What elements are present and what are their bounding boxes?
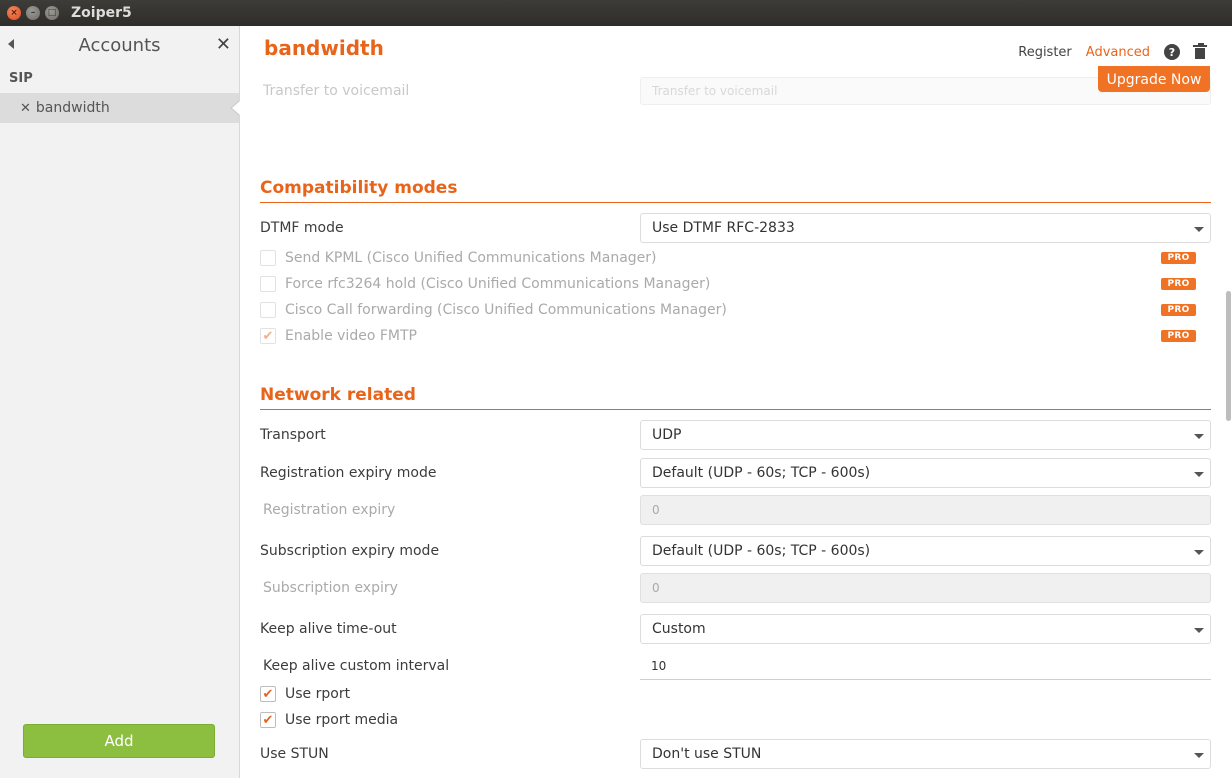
force-rfc3264-label: Force rfc3264 hold (Cisco Unified Commun… — [285, 276, 711, 292]
option-use-rport-media: ✔ Use rport media — [260, 707, 1211, 733]
pro-badge: PRO — [1161, 330, 1196, 342]
use-stun-select[interactable]: Don't use STUN — [640, 739, 1211, 769]
use-rport-media-label: Use rport media — [285, 712, 399, 728]
registration-expiry-mode-select[interactable]: Default (UDP - 60s; TCP - 600s) — [640, 458, 1211, 488]
window-close-button[interactable]: × — [7, 6, 21, 20]
chevron-down-icon — [1194, 550, 1204, 555]
use-rport-label: Use rport — [285, 686, 351, 702]
sidebar-item-bandwidth[interactable]: ✕ bandwidth — [0, 93, 240, 123]
section-title-compatibility: Compatibility modes — [260, 178, 1211, 203]
dtmf-mode-row: DTMF mode Use DTMF RFC-2833 — [260, 213, 1211, 243]
keep-alive-timeout-select[interactable]: Custom — [640, 614, 1211, 644]
cisco-call-forwarding-checkbox[interactable] — [260, 302, 276, 318]
close-icon[interactable]: ✕ — [216, 34, 231, 55]
selection-pointer-icon — [232, 101, 240, 115]
use-stun-value: Don't use STUN — [652, 746, 762, 762]
force-rfc3264-checkbox[interactable] — [260, 276, 276, 292]
keep-alive-interval-label: Keep alive custom interval — [263, 658, 450, 674]
registration-expiry-label: Registration expiry — [263, 502, 396, 518]
upgrade-now-label: Upgrade Now — [1106, 72, 1202, 88]
option-force-rfc3264: Force rfc3264 hold (Cisco Unified Commun… — [260, 271, 1211, 297]
window-titlebar: × – □ Zoiper5 — [0, 0, 1232, 26]
accounts-sidebar: Accounts ✕ SIP ✕ bandwidth Add — [0, 26, 240, 778]
chevron-down-icon — [1194, 753, 1204, 758]
page-title: bandwidth — [264, 36, 384, 60]
pro-badge: PRO — [1161, 278, 1196, 290]
upgrade-now-button[interactable]: Upgrade Now — [1098, 66, 1210, 92]
use-stun-row: Use STUN Don't use STUN — [260, 739, 1211, 769]
option-cisco-call-forwarding: Cisco Call forwarding (Cisco Unified Com… — [260, 297, 1211, 323]
subscription-expiry-mode-select[interactable]: Default (UDP - 60s; TCP - 600s) — [640, 536, 1211, 566]
dtmf-mode-label: DTMF mode — [260, 220, 344, 236]
register-link[interactable]: Register — [1018, 45, 1072, 60]
enable-video-fmtp-checkbox[interactable]: ✔ — [260, 328, 276, 344]
registration-expiry-row: Registration expiry 0 — [260, 495, 1211, 525]
header-actions: Register Advanced ? — [1018, 43, 1207, 60]
transport-value: UDP — [652, 427, 682, 443]
chevron-down-icon — [1194, 434, 1204, 439]
trash-icon[interactable] — [1193, 43, 1207, 59]
option-use-rport: ✔ Use rport — [260, 681, 1211, 707]
sidebar-header: Accounts ✕ — [0, 26, 239, 64]
window-minimize-button[interactable]: – — [26, 6, 40, 20]
dtmf-mode-value: Use DTMF RFC-2833 — [652, 220, 795, 236]
advanced-link[interactable]: Advanced — [1086, 45, 1150, 60]
transport-select[interactable]: UDP — [640, 420, 1211, 450]
keep-alive-timeout-row: Keep alive time-out Custom — [260, 614, 1211, 644]
registration-expiry-mode-label: Registration expiry mode — [260, 465, 437, 481]
chevron-down-icon — [1194, 472, 1204, 477]
use-stun-label: Use STUN — [260, 746, 329, 762]
subscription-expiry-mode-row: Subscription expiry mode Default (UDP - … — [260, 536, 1211, 566]
option-send-kpml: Send KPML (Cisco Unified Communications … — [260, 245, 1211, 271]
subscription-expiry-row: Subscription expiry 0 — [260, 573, 1211, 603]
registration-expiry-input[interactable]: 0 — [640, 495, 1211, 525]
chevron-down-icon — [1194, 628, 1204, 633]
scrollbar-thumb[interactable] — [1226, 291, 1231, 421]
window-title: Zoiper5 — [71, 5, 132, 21]
transport-label: Transport — [260, 427, 326, 443]
help-icon[interactable]: ? — [1164, 44, 1180, 60]
subscription-expiry-mode-value: Default (UDP - 60s; TCP - 600s) — [652, 543, 871, 559]
pro-badge: PRO — [1161, 252, 1196, 264]
transfer-voicemail-row: Transfer to voicemail Transfer to voicem… — [260, 76, 1211, 106]
dtmf-mode-select[interactable]: Use DTMF RFC-2833 — [640, 213, 1211, 243]
use-rport-media-checkbox[interactable]: ✔ — [260, 712, 276, 728]
subscription-expiry-label: Subscription expiry — [263, 580, 398, 596]
window-maximize-button[interactable]: □ — [45, 6, 59, 20]
keep-alive-interval-row: Keep alive custom interval 10 — [260, 651, 1211, 681]
cisco-call-forwarding-label: Cisco Call forwarding (Cisco Unified Com… — [285, 302, 727, 318]
enable-video-fmtp-label: Enable video FMTP — [285, 328, 417, 344]
transport-row: Transport UDP — [260, 420, 1211, 450]
pro-badge: PRO — [1161, 304, 1196, 316]
add-account-button[interactable]: Add — [23, 724, 215, 758]
send-kpml-label: Send KPML (Cisco Unified Communications … — [285, 250, 657, 266]
send-kpml-checkbox[interactable] — [260, 250, 276, 266]
keep-alive-timeout-value: Custom — [652, 621, 706, 637]
subscription-expiry-mode-label: Subscription expiry mode — [260, 543, 440, 559]
chevron-down-icon — [1194, 227, 1204, 232]
back-arrow-icon[interactable] — [8, 39, 14, 49]
use-rport-checkbox[interactable]: ✔ — [260, 686, 276, 702]
keep-alive-interval-input[interactable]: 10 — [640, 652, 1211, 680]
transfer-voicemail-label: Transfer to voicemail — [263, 83, 410, 99]
account-settings-panel: bandwidth Register Advanced ? Transfer t… — [240, 26, 1232, 778]
registration-expiry-mode-row: Registration expiry mode Default (UDP - … — [260, 458, 1211, 488]
option-enable-video-fmtp: ✔ Enable video FMTP PRO — [260, 323, 1211, 349]
sidebar-title: Accounts — [78, 34, 161, 56]
subscription-expiry-input[interactable]: 0 — [640, 573, 1211, 603]
registration-expiry-mode-value: Default (UDP - 60s; TCP - 600s) — [652, 465, 871, 481]
remove-account-icon[interactable]: ✕ — [20, 101, 31, 116]
sidebar-section-sip: SIP — [9, 71, 33, 86]
keep-alive-timeout-label: Keep alive time-out — [260, 621, 397, 637]
sidebar-item-label: bandwidth — [35, 100, 110, 116]
section-title-network: Network related — [260, 385, 1211, 410]
